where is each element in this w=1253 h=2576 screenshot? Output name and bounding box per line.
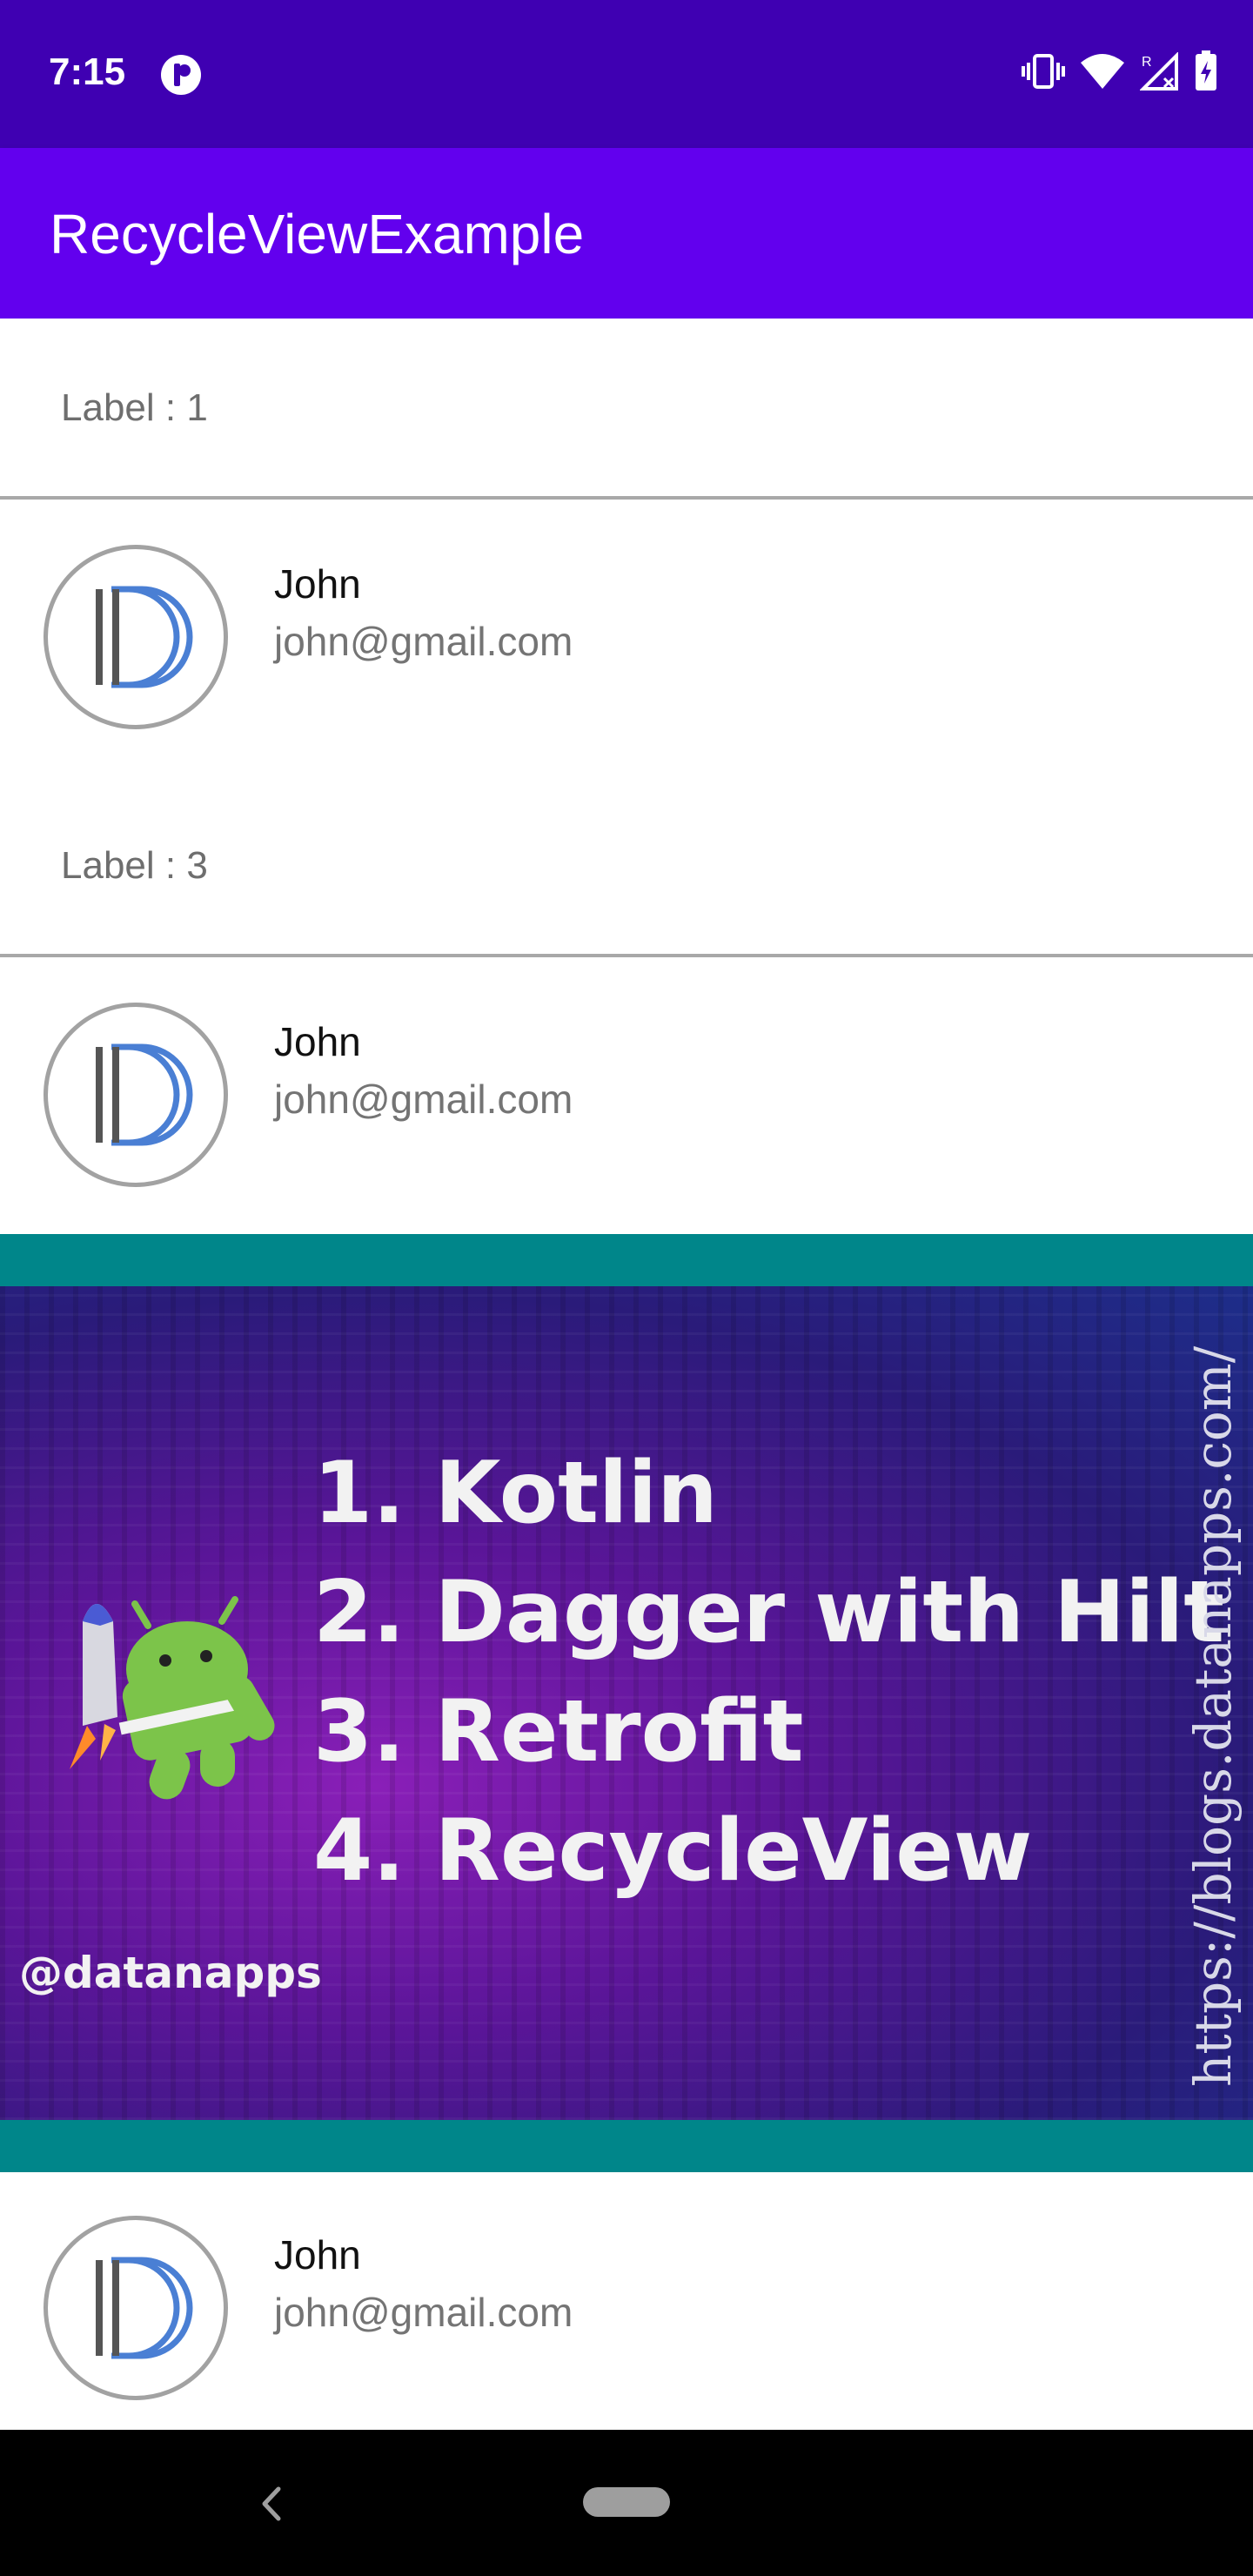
android-jetpack-icon xyxy=(70,1596,275,1800)
label-text: Label : 3 xyxy=(61,844,208,887)
dagger-logo-icon xyxy=(96,586,193,688)
user-email: john@gmail.com xyxy=(274,619,573,664)
list-item-label[interactable]: Label : 3 xyxy=(0,762,1253,954)
signal-roaming-icon: R xyxy=(1140,52,1178,91)
dagger-logo-icon xyxy=(96,2257,193,2359)
avatar xyxy=(44,1003,228,1187)
back-chevron-icon[interactable] xyxy=(254,2482,289,2530)
user-email: john@gmail.com xyxy=(274,2290,573,2335)
banner-item-dagger: 2. Dagger with Hilt xyxy=(313,1563,1225,1662)
banner-list: 1. Kotlin 2. Dagger with Hilt 3. Retrofi… xyxy=(313,1434,1224,1911)
app-bar: RecycleViewExample xyxy=(0,148,1253,319)
label-text: Label : 1 xyxy=(61,386,208,429)
avatar xyxy=(44,545,228,729)
banner-item-retrofit: 3. Retrofit xyxy=(313,1682,804,1781)
list-item-user[interactable]: John john@gmail.com xyxy=(0,2172,1253,2430)
app-notification-icon xyxy=(160,54,202,96)
banner-item-recycleview: 4. RecycleView xyxy=(313,1801,1033,1901)
status-bar: 7:15 R xyxy=(0,0,1253,148)
svg-text:R: R xyxy=(1142,55,1152,70)
user-name: John xyxy=(274,2232,361,2277)
banner-item-kotlin: 1. Kotlin xyxy=(313,1444,718,1543)
list-item-user[interactable]: John john@gmail.com xyxy=(0,957,1253,1234)
banner-item[interactable]: 1. Kotlin 2. Dagger with Hilt 3. Retrofi… xyxy=(0,1234,1253,2172)
avatar xyxy=(44,2216,228,2400)
user-email: john@gmail.com xyxy=(274,1077,573,1122)
user-name: John xyxy=(274,1019,361,1064)
battery-charging-icon xyxy=(1194,50,1218,92)
banner-image: 1. Kotlin 2. Dagger with Hilt 3. Retrofi… xyxy=(0,1286,1253,2120)
banner-url: https://blogs.datanapps.com/ xyxy=(1183,1345,1243,2087)
user-name: John xyxy=(274,561,361,607)
dagger-logo-icon xyxy=(96,1043,193,1146)
wifi-icon xyxy=(1081,52,1124,91)
app-title: RecycleViewExample xyxy=(50,203,585,265)
list-item-user[interactable]: John john@gmail.com xyxy=(0,500,1253,762)
status-time: 7:15 xyxy=(49,50,126,93)
vibrate-icon xyxy=(1022,52,1065,91)
banner-handle: @datanapps xyxy=(19,1948,322,1998)
list-item-label[interactable]: Label : 1 xyxy=(0,319,1253,501)
home-pill-icon[interactable] xyxy=(583,2487,670,2517)
navigation-bar xyxy=(0,2430,1253,2576)
